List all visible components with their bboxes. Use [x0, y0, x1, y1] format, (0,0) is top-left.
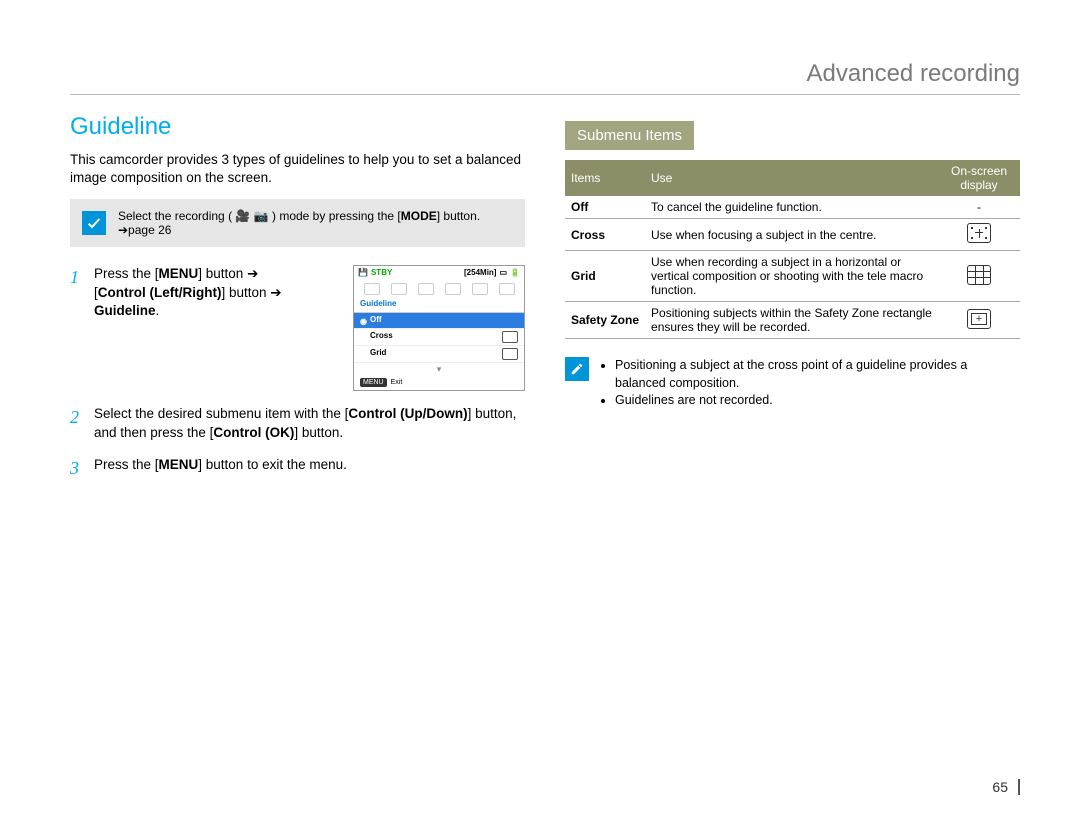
grid-mini-icon — [502, 348, 518, 360]
time-remaining: [254Min] — [464, 268, 496, 279]
card-icon: ▭ — [499, 268, 507, 279]
cell-use: Positioning subjects within the Safety Z… — [645, 302, 938, 339]
lcd-option-cross: Cross — [354, 329, 524, 346]
cross-mini-icon — [502, 331, 518, 343]
exit-label: Exit — [391, 378, 403, 387]
th-use: Use — [645, 160, 938, 196]
page-number: 65 — [992, 779, 1020, 795]
pencil-icon — [565, 357, 589, 381]
menu-badge: MENU — [360, 378, 387, 387]
cell-use: To cancel the guideline function. — [645, 196, 938, 219]
note-item: Positioning a subject at the cross point… — [615, 357, 1020, 392]
sd-icon: 💾 — [358, 268, 368, 279]
precondition-text: Select the recording ( 🎥 📷 ) mode by pre… — [118, 209, 513, 237]
cell-display: - — [938, 196, 1020, 219]
lcd-option-off: ◉ Off — [354, 313, 524, 329]
cell-item: Off — [565, 196, 645, 219]
battery-icon: 🔋 — [510, 268, 520, 279]
cell-item: Cross — [565, 219, 645, 251]
table-row: Cross Use when focusing a subject in the… — [565, 219, 1020, 251]
cell-use: Use when focusing a subject in the centr… — [645, 219, 938, 251]
right-column: Submenu Items Items Use On-screen displa… — [565, 113, 1020, 494]
table-row: Grid Use when recording a subject in a h… — [565, 251, 1020, 302]
step-number: 1 — [70, 265, 82, 391]
intro-paragraph: This camcorder provides 3 types of guide… — [70, 151, 525, 187]
notes-block: Positioning a subject at the cross point… — [565, 357, 1020, 410]
chapter-title: Advanced recording — [70, 60, 1020, 95]
step-2-text: Select the desired submenu item with the… — [94, 405, 525, 441]
cell-display — [938, 251, 1020, 302]
cell-display — [938, 302, 1020, 339]
standby-label: STBY — [371, 268, 392, 279]
chevron-down-icon: ▾ — [354, 363, 524, 375]
th-items: Items — [565, 160, 645, 196]
step-number: 2 — [70, 405, 82, 441]
cell-item: Safety Zone — [565, 302, 645, 339]
grid-display-icon — [967, 265, 991, 285]
lcd-menu-title: Guideline — [354, 297, 524, 313]
submenu-items-table: Items Use On-screen display Off To cance… — [565, 160, 1020, 339]
cell-display — [938, 219, 1020, 251]
th-display: On-screen display — [938, 160, 1020, 196]
step-1-text: Press the [MENU] button ➔ [Control (Left… — [94, 265, 284, 320]
table-row: Safety Zone Positioning subjects within … — [565, 302, 1020, 339]
submenu-items-heading: Submenu Items — [565, 121, 694, 150]
check-icon — [82, 211, 106, 235]
cross-display-icon — [967, 223, 991, 243]
lcd-screenshot: 💾 STBY [254Min] ▭ 🔋 Guideline — [353, 265, 525, 391]
steps-list: 1 Press the [MENU] button ➔ [Control (Le… — [70, 265, 525, 480]
photo-mode-icon: 📷 — [254, 209, 269, 223]
step-3: 3 Press the [MENU] button to exit the me… — [70, 456, 525, 480]
note-item: Guidelines are not recorded. — [615, 392, 1020, 410]
video-mode-icon: 🎥 — [235, 209, 250, 223]
cell-use: Use when recording a subject in a horizo… — [645, 251, 938, 302]
step-number: 3 — [70, 456, 82, 480]
lcd-option-grid: Grid — [354, 346, 524, 363]
table-row: Off To cancel the guideline function. - — [565, 196, 1020, 219]
step-1: 1 Press the [MENU] button ➔ [Control (Le… — [70, 265, 525, 391]
precondition-note: Select the recording ( 🎥 📷 ) mode by pre… — [70, 199, 525, 247]
left-column: Guideline This camcorder provides 3 type… — [70, 113, 525, 494]
section-heading: Guideline — [70, 113, 525, 141]
step-2: 2 Select the desired submenu item with t… — [70, 405, 525, 441]
safety-zone-display-icon — [967, 309, 991, 329]
step-3-text: Press the [MENU] button to exit the menu… — [94, 456, 525, 480]
cell-item: Grid — [565, 251, 645, 302]
lcd-tabs — [354, 281, 524, 297]
radio-selected-icon: ◉ — [360, 317, 366, 323]
